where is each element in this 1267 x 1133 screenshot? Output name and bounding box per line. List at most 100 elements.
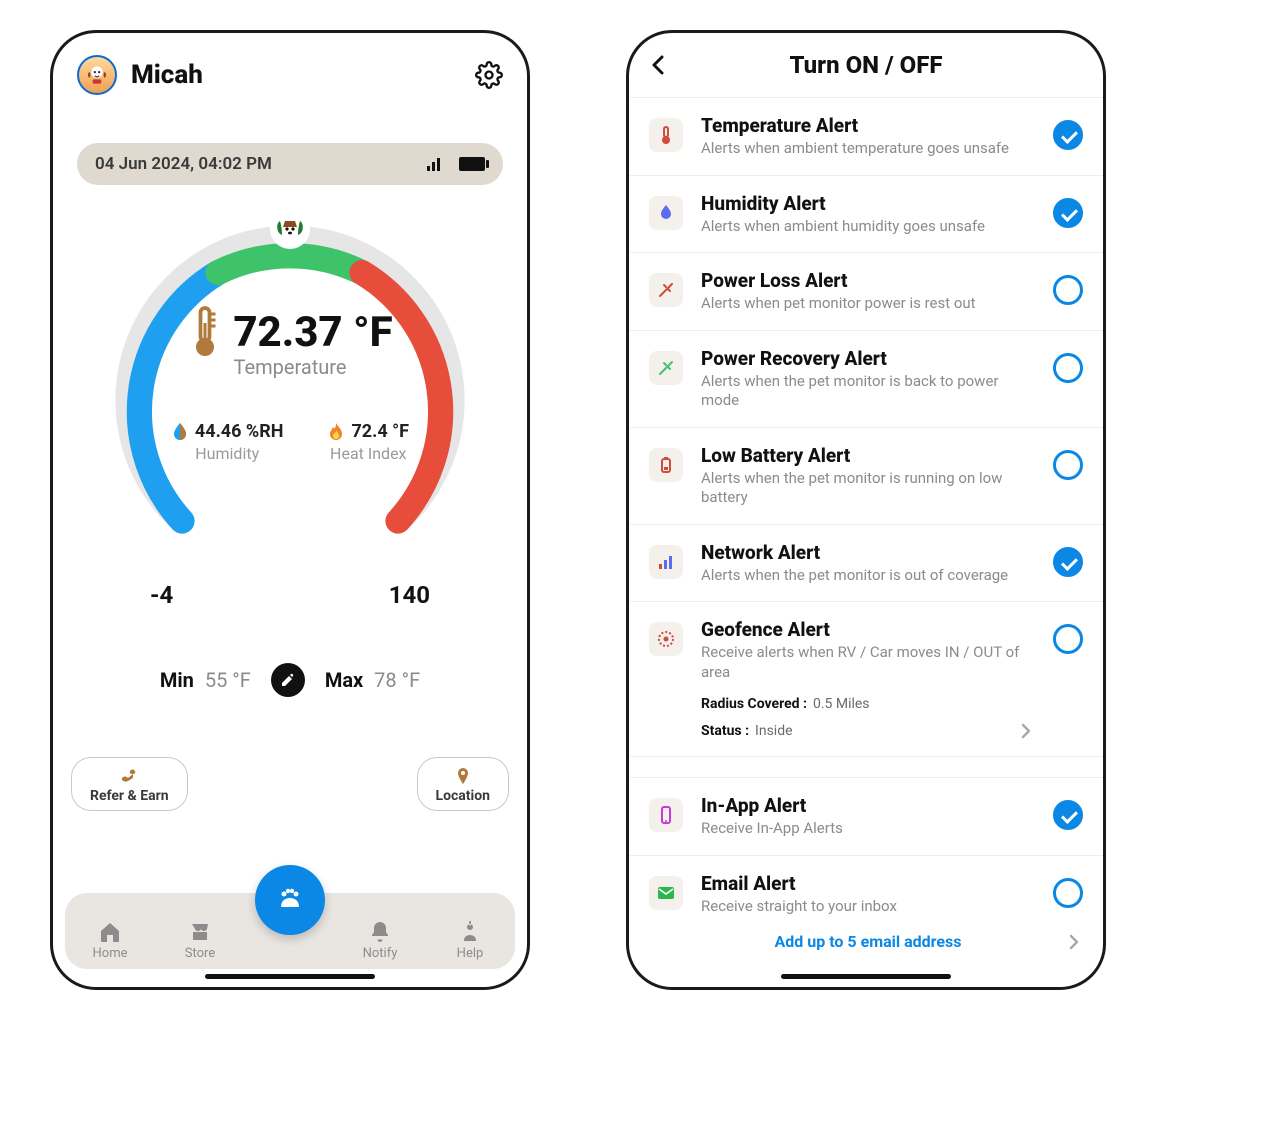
alert-desc: Receive straight to your inbox bbox=[701, 897, 1035, 917]
tab-store[interactable]: Store bbox=[165, 920, 235, 961]
phone-alerts: Turn ON / OFF Temperature Alert Alerts w… bbox=[626, 30, 1106, 990]
refer-earn-button[interactable]: Refer & Earn bbox=[71, 757, 188, 811]
toggle-humidity[interactable] bbox=[1053, 198, 1083, 228]
toggle-low-battery[interactable] bbox=[1053, 450, 1083, 480]
heat-index-icon bbox=[327, 422, 345, 442]
alert-row-geofence[interactable]: Geofence Alert Receive alerts when RV / … bbox=[629, 602, 1103, 757]
alert-desc: Alerts when ambient temperature goes uns… bbox=[701, 139, 1035, 159]
alert-desc: Alerts when the pet monitor is out of co… bbox=[701, 566, 1035, 586]
signal-icon bbox=[427, 157, 445, 171]
email-add-action[interactable]: Add up to 5 email address bbox=[629, 932, 1103, 965]
alert-title: Temperature Alert bbox=[701, 114, 1035, 137]
humidity-label: Humidity bbox=[195, 444, 259, 463]
settings-icon[interactable] bbox=[475, 61, 503, 89]
battery-icon bbox=[459, 157, 485, 171]
temperature-icon bbox=[649, 118, 683, 152]
toggle-geofence[interactable] bbox=[1053, 624, 1083, 654]
home-indicator bbox=[205, 974, 375, 979]
geofence-status-value: Inside bbox=[755, 723, 793, 739]
edit-range-button[interactable] bbox=[271, 663, 305, 697]
alerts-list: Temperature Alert Alerts when ambient te… bbox=[629, 97, 1103, 965]
alert-row-network[interactable]: Network Alert Alerts when the pet monito… bbox=[629, 525, 1103, 603]
alerts-title: Turn ON / OFF bbox=[647, 51, 1085, 79]
alert-row-low-battery[interactable]: Low Battery Alert Alerts when the pet mo… bbox=[629, 428, 1103, 525]
status-pill[interactable]: 04 Jun 2024, 04:02 PM bbox=[77, 143, 503, 185]
status-timestamp: 04 Jun 2024, 04:02 PM bbox=[95, 154, 272, 174]
tab-notify-label: Notify bbox=[363, 946, 398, 961]
gauge-range-low: -4 bbox=[150, 581, 173, 609]
humidity-value: 44.46 %RH bbox=[195, 421, 284, 442]
pet-name: Micah bbox=[131, 60, 461, 90]
home-indicator bbox=[781, 974, 951, 979]
alert-title: Humidity Alert bbox=[701, 192, 1035, 215]
min-value: 55 °F bbox=[205, 668, 251, 692]
heat-index-block: 72.4 °F Heat Index bbox=[327, 421, 409, 463]
max-value: 78 °F bbox=[374, 668, 420, 692]
alert-row-email[interactable]: Email Alert Receive straight to your inb… bbox=[629, 856, 1103, 923]
power-loss-icon bbox=[649, 273, 683, 307]
alert-title: Geofence Alert bbox=[701, 618, 1035, 641]
alert-row-inapp[interactable]: In-App Alert Receive In-App Alerts bbox=[629, 777, 1103, 856]
email-icon bbox=[649, 876, 683, 910]
inapp-icon bbox=[649, 798, 683, 832]
alert-row-humidity[interactable]: Humidity Alert Alerts when ambient humid… bbox=[629, 176, 1103, 254]
phone-home: Micah 04 Jun 2024, 04:02 PM 72.37 °F bbox=[50, 30, 530, 990]
tab-help-label: Help bbox=[457, 946, 484, 961]
power-recovery-icon bbox=[649, 351, 683, 385]
humidity-icon bbox=[649, 196, 683, 230]
alert-row-temperature[interactable]: Temperature Alert Alerts when ambient te… bbox=[629, 98, 1103, 176]
alert-row-power-loss[interactable]: Power Loss Alert Alerts when pet monitor… bbox=[629, 253, 1103, 331]
toggle-inapp[interactable] bbox=[1053, 800, 1083, 830]
minmax-row: Min 55 °F Max 78 °F bbox=[53, 663, 527, 697]
alert-title: Power Loss Alert bbox=[701, 269, 1035, 292]
tab-notify[interactable]: Notify bbox=[345, 920, 415, 961]
location-button[interactable]: Location bbox=[417, 757, 509, 811]
header: Micah bbox=[53, 33, 527, 105]
geofence-radius-value: 0.5 Miles bbox=[813, 696, 870, 712]
tab-help[interactable]: Help bbox=[435, 920, 505, 961]
temperature-value: 72.37 °F bbox=[233, 308, 392, 357]
humidity-block: 44.46 %RH Humidity bbox=[171, 421, 284, 463]
gauge-marker-icon bbox=[270, 209, 310, 249]
refer-earn-label: Refer & Earn bbox=[90, 788, 169, 804]
alert-desc: Alerts when pet monitor power is rest ou… bbox=[701, 294, 1035, 314]
alert-desc: Receive In-App Alerts bbox=[701, 819, 1035, 839]
low-battery-icon bbox=[649, 448, 683, 482]
humidity-icon bbox=[171, 422, 189, 442]
alert-title: Network Alert bbox=[701, 541, 1035, 564]
alert-desc: Alerts when the pet monitor is running o… bbox=[701, 469, 1035, 508]
min-label: Min bbox=[160, 668, 194, 692]
alert-title: In-App Alert bbox=[701, 794, 1035, 817]
heat-index-value: 72.4 °F bbox=[351, 421, 409, 442]
center-fab-button[interactable] bbox=[255, 865, 325, 935]
temperature-label: Temperature bbox=[110, 355, 470, 379]
pet-avatar[interactable] bbox=[77, 55, 117, 95]
alert-desc: Alerts when ambient humidity goes unsafe bbox=[701, 217, 1035, 237]
geofence-radius-label: Radius Covered : bbox=[701, 696, 807, 712]
alert-title: Power Recovery Alert bbox=[701, 347, 1035, 370]
location-label: Location bbox=[436, 788, 490, 804]
alert-desc: Alerts when the pet monitor is back to p… bbox=[701, 372, 1035, 411]
toggle-power-recovery[interactable] bbox=[1053, 353, 1083, 383]
gauge-range-high: 140 bbox=[389, 581, 430, 609]
toggle-temperature[interactable] bbox=[1053, 120, 1083, 150]
geofence-status-label: Status : bbox=[701, 723, 749, 739]
alert-title: Email Alert bbox=[701, 872, 1035, 895]
alert-desc: Receive alerts when RV / Car moves IN / … bbox=[701, 643, 1035, 682]
thermometer-icon bbox=[187, 305, 223, 359]
tab-home[interactable]: Home bbox=[75, 920, 145, 961]
alerts-header: Turn ON / OFF bbox=[629, 33, 1103, 97]
toggle-email[interactable] bbox=[1053, 878, 1083, 908]
heat-index-label: Heat Index bbox=[330, 444, 406, 463]
tab-store-label: Store bbox=[185, 946, 215, 961]
alert-title: Low Battery Alert bbox=[701, 444, 1035, 467]
chevron-right-icon[interactable] bbox=[1065, 933, 1083, 951]
network-icon bbox=[649, 545, 683, 579]
toggle-power-loss[interactable] bbox=[1053, 275, 1083, 305]
chevron-right-icon[interactable] bbox=[1017, 722, 1035, 740]
temperature-gauge: 72.37 °F Temperature 44.46 %RH Humidity … bbox=[110, 215, 470, 595]
email-add-link[interactable]: Add up to 5 email address bbox=[681, 932, 1055, 951]
geofence-icon bbox=[649, 622, 683, 656]
alert-row-power-recovery[interactable]: Power Recovery Alert Alerts when the pet… bbox=[629, 331, 1103, 428]
toggle-network[interactable] bbox=[1053, 547, 1083, 577]
